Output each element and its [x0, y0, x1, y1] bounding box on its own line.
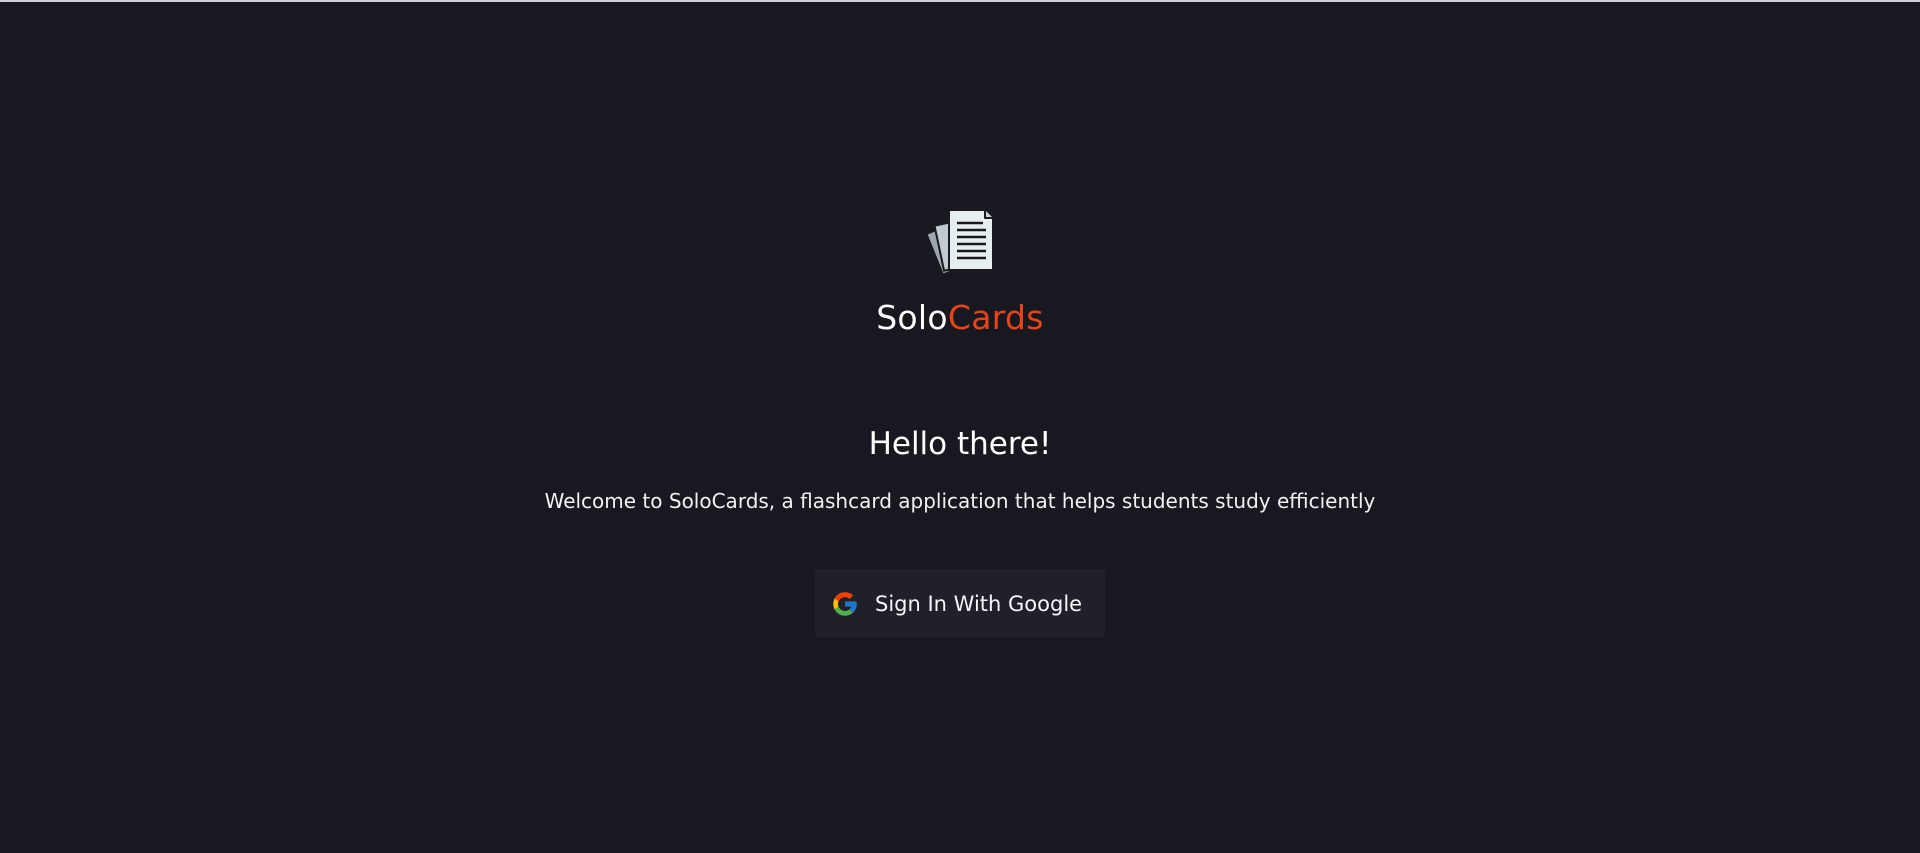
tagline-text: Welcome to SoloCards, a flashcard applic… — [544, 489, 1376, 513]
stacked-documents-icon — [925, 209, 994, 276]
landing-page: SoloCards Hello there! Welcome to SoloCa… — [0, 0, 1920, 853]
google-g-icon — [833, 591, 857, 616]
greeting-heading: Hello there! — [868, 426, 1052, 462]
app-logo-text: SoloCards — [0, 296, 1920, 340]
brand-name-cards: Cards — [947, 298, 1044, 337]
sign-in-with-google-button[interactable]: Sign In With Google — [815, 569, 1105, 638]
sign-in-button-label: Sign In With Google — [875, 591, 1083, 616]
brand-name-solo: Solo — [876, 298, 948, 337]
